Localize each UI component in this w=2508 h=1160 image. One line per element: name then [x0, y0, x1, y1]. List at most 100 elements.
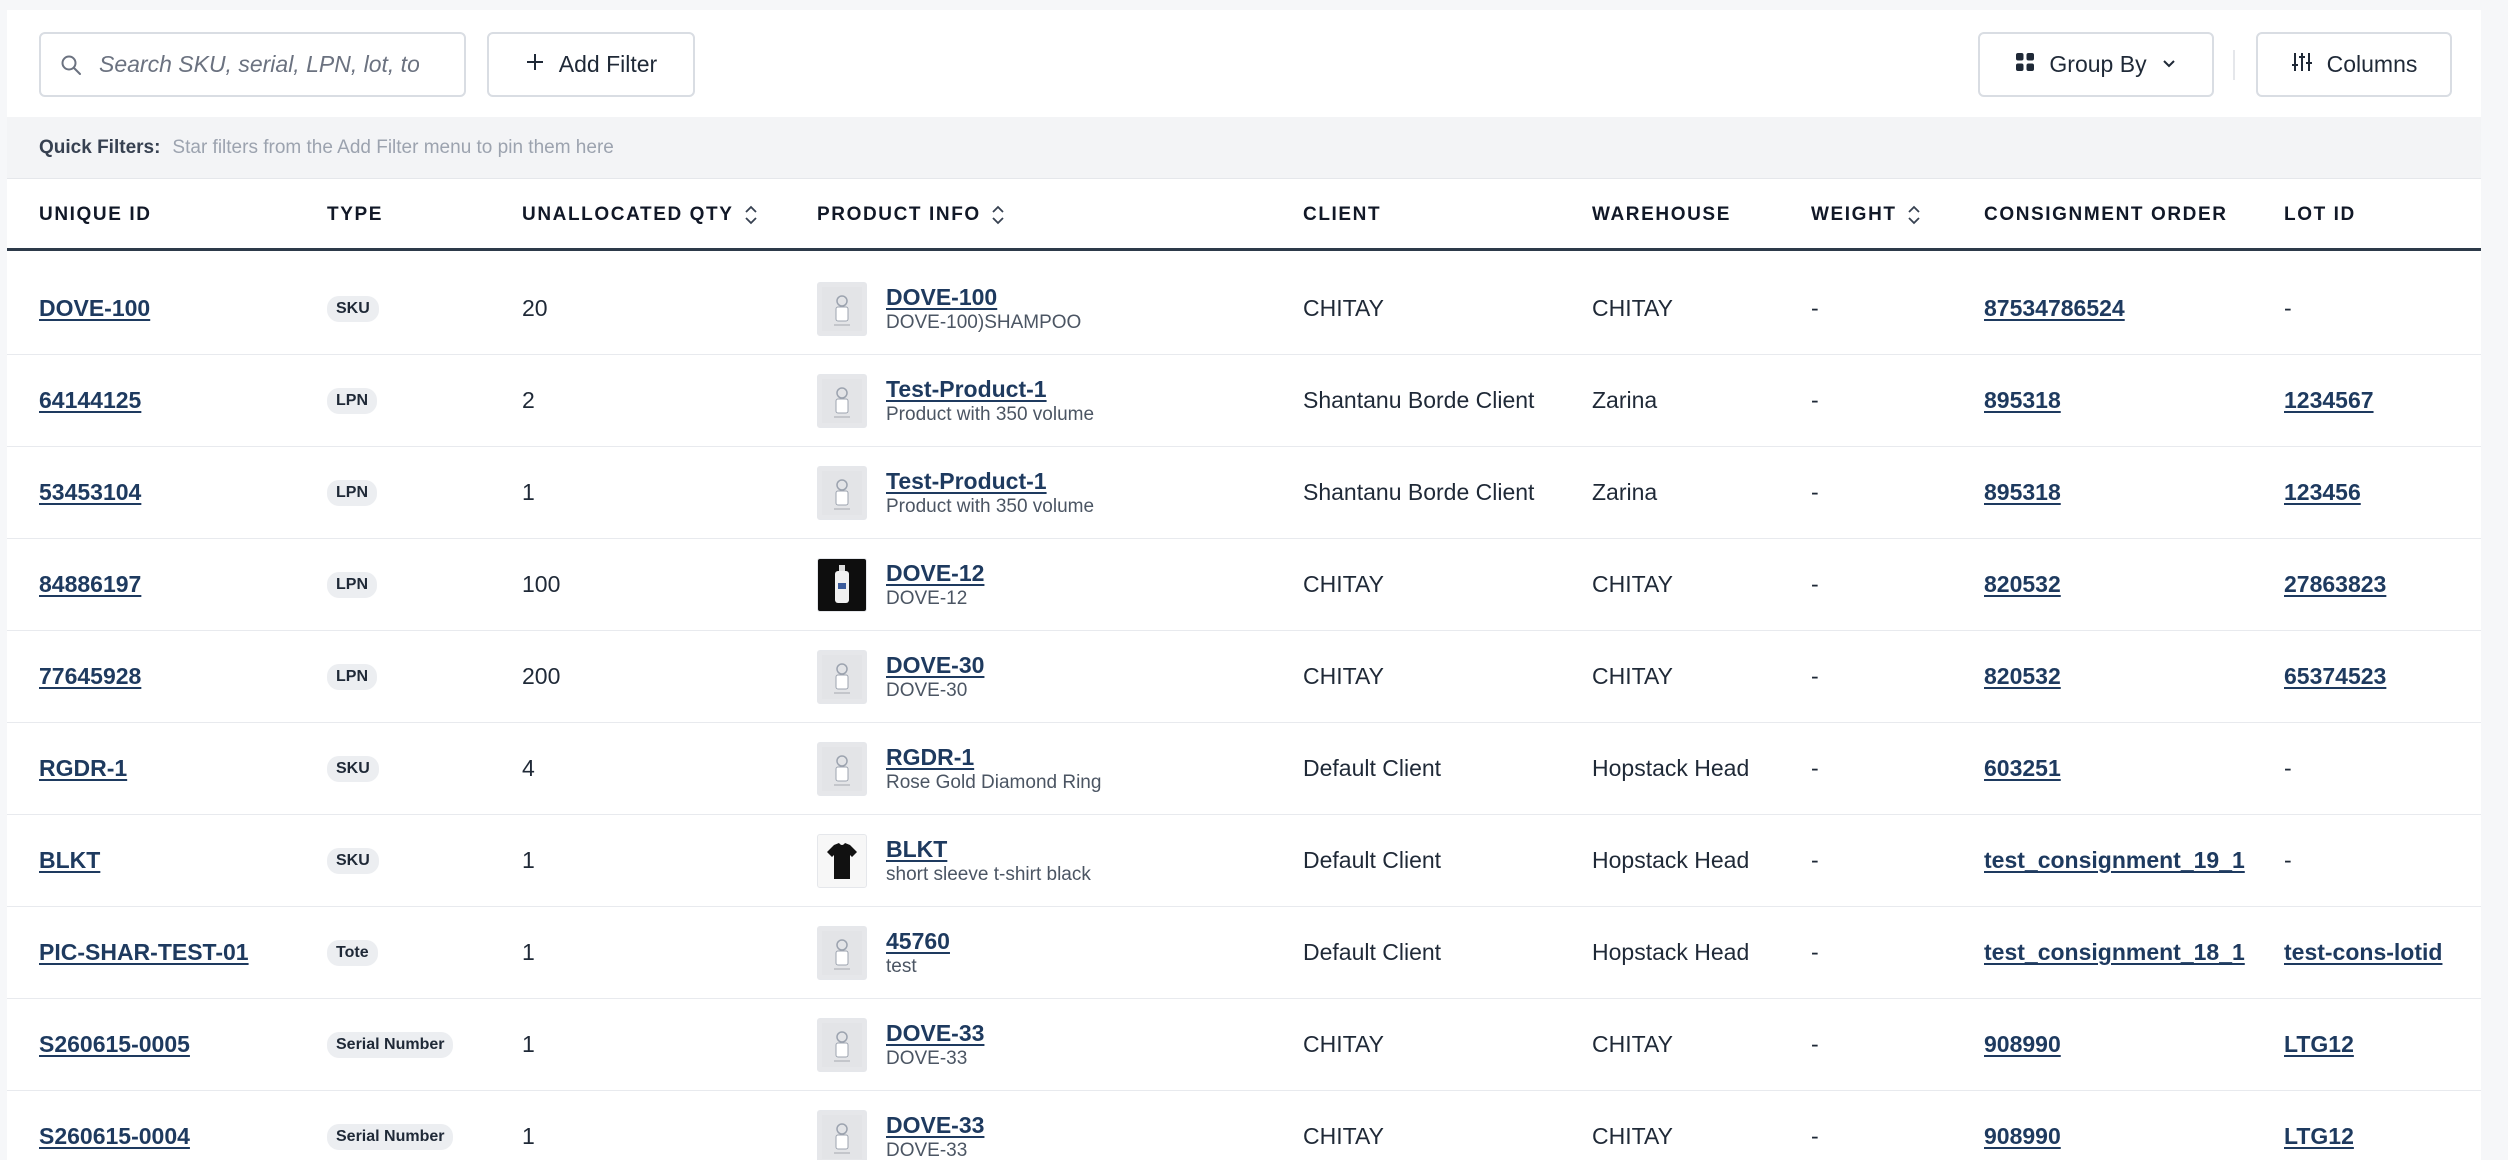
column-header-label: PRODUCT INFO — [817, 204, 981, 225]
unique-id-link[interactable]: S260615-0005 — [39, 1031, 190, 1058]
table-row: RGDR-1 SKU 4 RGDR-1 Rose Gold Diamond Ring De… — [7, 723, 2481, 815]
product-name-link[interactable]: RGDR-1 — [886, 743, 1101, 771]
product-text: DOVE-12 DOVE-12 — [886, 559, 984, 611]
product-name-link[interactable]: 45760 — [886, 927, 950, 955]
column-header: WAREHOUSE — [1592, 179, 1731, 251]
column-header-label: CONSIGNMENT ORDER — [1984, 204, 2228, 225]
warehouse-name: CHITAY — [1592, 295, 1673, 321]
search-input[interactable] — [99, 51, 419, 78]
consignment-order-link[interactable]: 87534786524 — [1984, 295, 2125, 322]
sort-icon[interactable] — [1907, 204, 1921, 226]
type-cell: Serial Number — [327, 1091, 454, 1160]
client-name: Default Client — [1303, 755, 1442, 781]
product-info: DOVE-12 DOVE-12 — [817, 557, 984, 612]
product-name-link[interactable]: DOVE-33 — [886, 1019, 984, 1047]
consignment-order-link[interactable]: 603251 — [1984, 755, 2061, 782]
unique-id-link[interactable]: 84886197 — [39, 571, 141, 598]
lot-id-cell: 123456 — [2284, 447, 2361, 538]
type-badge: LPN — [327, 663, 377, 690]
product-thumbnail — [817, 649, 867, 704]
product-name-link[interactable]: DOVE-12 — [886, 559, 984, 587]
group-by-button[interactable]: Group By — [1978, 32, 2214, 97]
consignment-order-link[interactable]: 820532 — [1984, 663, 2061, 690]
weight-value: - — [1811, 1031, 1819, 1057]
weight-cell: - — [1811, 263, 1819, 354]
unique-id-link[interactable]: BLKT — [39, 847, 100, 874]
client-name: CHITAY — [1303, 1031, 1384, 1057]
product-name-link[interactable]: DOVE-33 — [886, 1111, 984, 1139]
type-cell: LPN — [327, 631, 377, 722]
product-name-link[interactable]: Test-Product-1 — [886, 467, 1094, 495]
sort-icon[interactable] — [744, 204, 758, 226]
type-badge: SKU — [327, 755, 379, 782]
weight-value: - — [1811, 939, 1819, 965]
client-cell: CHITAY — [1303, 631, 1384, 722]
grid-icon — [2015, 51, 2035, 78]
client-name: Default Client — [1303, 939, 1442, 965]
warehouse-name: Zarina — [1592, 479, 1658, 505]
column-header[interactable]: UNALLOCATED QTY — [522, 179, 758, 251]
toolbar-divider — [2233, 50, 2235, 80]
product-description: DOVE-33 — [886, 1047, 968, 1069]
product-text: BLKT short sleeve t-shirt black — [886, 835, 1091, 887]
client-cell: Default Client — [1303, 907, 1441, 998]
weight-cell: - — [1811, 447, 1819, 538]
unallocated-qty: 4 — [522, 755, 535, 781]
product-name-link[interactable]: DOVE-30 — [886, 651, 984, 679]
consignment-order-link[interactable]: 895318 — [1984, 387, 2061, 414]
unique-id-link[interactable]: 77645928 — [39, 663, 141, 690]
consignment-cell: 603251 — [1984, 723, 2061, 814]
column-header[interactable]: WEIGHT — [1811, 179, 1921, 251]
product-name-link[interactable]: Test-Product-1 — [886, 375, 1094, 403]
product-info-cell: DOVE-33 DOVE-33 — [817, 1091, 984, 1160]
product-name-link[interactable]: DOVE-100 — [886, 283, 1081, 311]
unallocated-qty: 200 — [522, 663, 561, 689]
client-cell: CHITAY — [1303, 539, 1384, 630]
product-description: DOVE-12 — [886, 587, 968, 609]
sort-icon[interactable] — [991, 204, 1005, 226]
column-header: CONSIGNMENT ORDER — [1984, 179, 2228, 251]
unique-id-link[interactable]: S260615-0004 — [39, 1123, 190, 1150]
type-cell: SKU — [327, 723, 379, 814]
product-description: DOVE-33 — [886, 1139, 968, 1160]
unique-id-link[interactable]: DOVE-100 — [39, 295, 150, 322]
consignment-order-link[interactable]: 820532 — [1984, 571, 2061, 598]
lot-id[interactable]: 27863823 — [2284, 571, 2386, 598]
warehouse-cell: Hopstack Head — [1592, 723, 1749, 814]
qty-cell: 1 — [522, 907, 535, 998]
unique-id-link[interactable]: PIC-SHAR-TEST-01 — [39, 939, 249, 966]
lot-id[interactable]: test-cons-lotid — [2284, 939, 2442, 966]
consignment-order-link[interactable]: test_consignment_19_1 — [1984, 847, 2245, 874]
unique-id-link[interactable]: 53453104 — [39, 479, 141, 506]
unique-id-link[interactable]: 64144125 — [39, 387, 141, 414]
unallocated-qty: 100 — [522, 571, 561, 597]
consignment-order-link[interactable]: 908990 — [1984, 1031, 2061, 1058]
lot-id[interactable]: 123456 — [2284, 479, 2361, 506]
plus-icon — [525, 51, 545, 78]
client-name: Shantanu Borde Client — [1303, 387, 1535, 413]
search-box[interactable] — [39, 32, 466, 97]
group-by-label: Group By — [2049, 51, 2147, 77]
column-header[interactable]: PRODUCT INFO — [817, 179, 1005, 251]
consignment-cell: 895318 — [1984, 355, 2061, 446]
add-filter-button[interactable]: Add Filter — [487, 32, 695, 97]
type-cell: Tote — [327, 907, 378, 998]
product-thumbnail — [817, 281, 867, 336]
lot-id[interactable]: LTG12 — [2284, 1031, 2354, 1058]
type-cell: LPN — [327, 539, 377, 630]
lot-id[interactable]: 1234567 — [2284, 387, 2374, 414]
qty-cell: 20 — [522, 263, 548, 354]
lot-id[interactable]: LTG12 — [2284, 1123, 2354, 1150]
consignment-order-link[interactable]: 908990 — [1984, 1123, 2061, 1150]
product-name-link[interactable]: BLKT — [886, 835, 1091, 863]
unique-id-cell: 64144125 — [39, 355, 141, 446]
consignment-order-link[interactable]: 895318 — [1984, 479, 2061, 506]
consignment-order-link[interactable]: test_consignment_18_1 — [1984, 939, 2245, 966]
weight-cell: - — [1811, 1091, 1819, 1160]
columns-button[interactable]: Columns — [2256, 32, 2452, 97]
unique-id-link[interactable]: RGDR-1 — [39, 755, 127, 782]
search-icon — [59, 53, 83, 77]
lot-id[interactable]: 65374523 — [2284, 663, 2386, 690]
weight-value: - — [1811, 847, 1819, 873]
unique-id-cell: DOVE-100 — [39, 263, 150, 354]
